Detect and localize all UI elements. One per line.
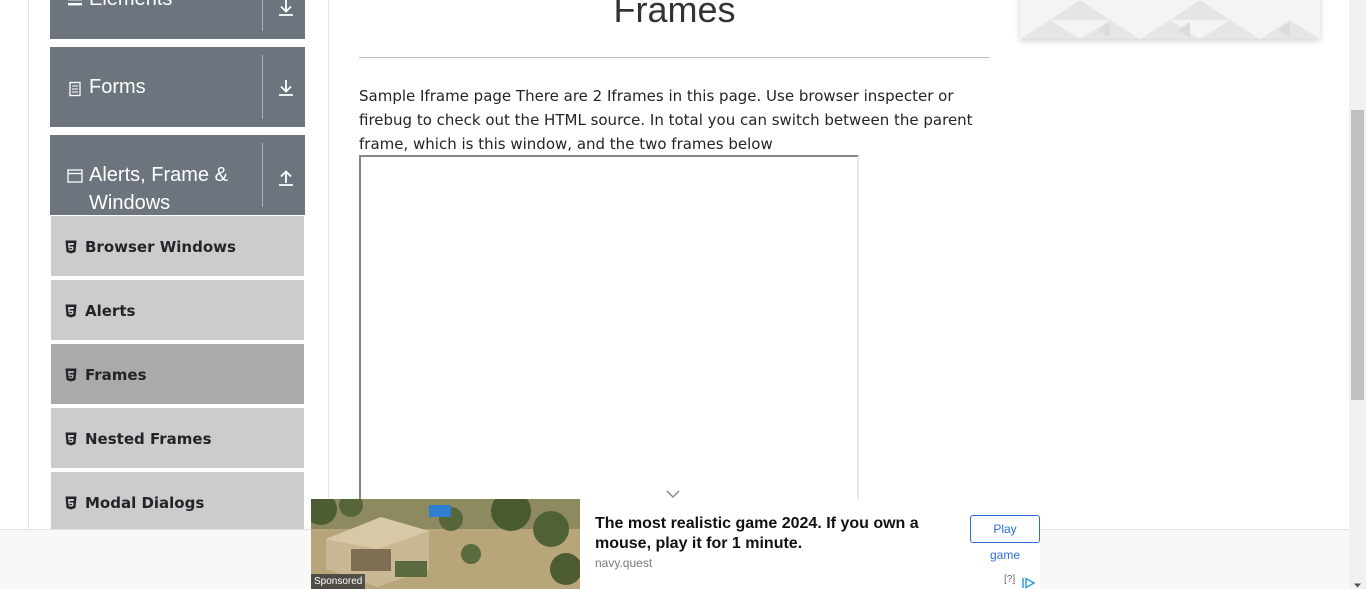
group-header-label: Alerts, Frame & (89, 164, 228, 186)
iframe-frame1[interactable] (359, 155, 859, 515)
sidebar-item-modal-dialogs[interactable]: Modal Dialogs (51, 472, 304, 534)
expand-down-icon[interactable] (276, 78, 296, 98)
sticky-ad[interactable]: Sponsored The most realistic game 2024. … (311, 499, 1040, 589)
list-icon (67, 0, 83, 7)
group-header-divider (262, 0, 263, 31)
sidebar-left-border (28, 0, 29, 589)
group-header-divider (262, 55, 263, 119)
ad-headline[interactable]: The most realistic game 2024. If you own… (595, 514, 955, 554)
page-title: Frames (613, 0, 736, 30)
html5-icon (65, 303, 77, 318)
group-header-label: Elements (89, 0, 172, 13)
html5-icon (65, 431, 77, 446)
group-header-alerts-frame-windows[interactable]: Alerts, Frame & Windows (50, 135, 305, 215)
sidebar-item-nested-frames[interactable]: Nested Frames (51, 408, 304, 470)
scrollbar-thumb[interactable] (1351, 110, 1364, 400)
sidebar-item-label: Frames (85, 366, 147, 384)
ad-pattern (1020, 0, 1320, 39)
top-ad-banner[interactable] (1020, 0, 1320, 39)
html5-icon (65, 239, 77, 254)
sidebar-item-label: Nested Frames (85, 430, 212, 448)
group-header-elements[interactable]: Elements (50, 0, 305, 39)
chevron-down-icon[interactable] (665, 485, 681, 499)
group-header-divider (262, 143, 263, 207)
group-header-label: Forms (89, 76, 146, 98)
sidebar-item-frames[interactable]: Frames (51, 344, 304, 406)
page-scrollbar[interactable] (1349, 0, 1366, 589)
group-header-label-continued: Windows (89, 192, 171, 214)
sidebar-item-label: Alerts (85, 302, 136, 320)
sidebar-item-alerts[interactable]: Alerts (51, 280, 304, 342)
sponsored-label: Sponsored (311, 574, 366, 589)
ad-domain[interactable]: navy.quest (595, 556, 652, 570)
sidebar-item-browser-windows[interactable]: Browser Windows (51, 216, 304, 278)
window-icon (67, 168, 83, 184)
scroll-down-arrow-icon[interactable] (1353, 575, 1362, 588)
page: Elements Forms (0, 0, 1366, 589)
html5-icon (65, 367, 77, 382)
ad-choices-icon[interactable] (1022, 574, 1036, 589)
title-divider (359, 57, 990, 58)
sidebar-item-label: Browser Windows (85, 238, 236, 256)
ad-help-link[interactable]: [?] (1004, 574, 1015, 585)
group-header-forms[interactable]: Forms (50, 47, 305, 127)
intro-text: Sample Iframe page There are 2 Iframes i… (359, 87, 973, 153)
html5-icon (65, 495, 77, 510)
expand-down-icon[interactable] (276, 0, 296, 18)
sidebar-item-label: Modal Dialogs (85, 494, 205, 512)
document-icon (67, 81, 83, 97)
play-game-button[interactable]: Play game (970, 515, 1040, 562)
collapse-up-icon[interactable] (276, 167, 296, 187)
